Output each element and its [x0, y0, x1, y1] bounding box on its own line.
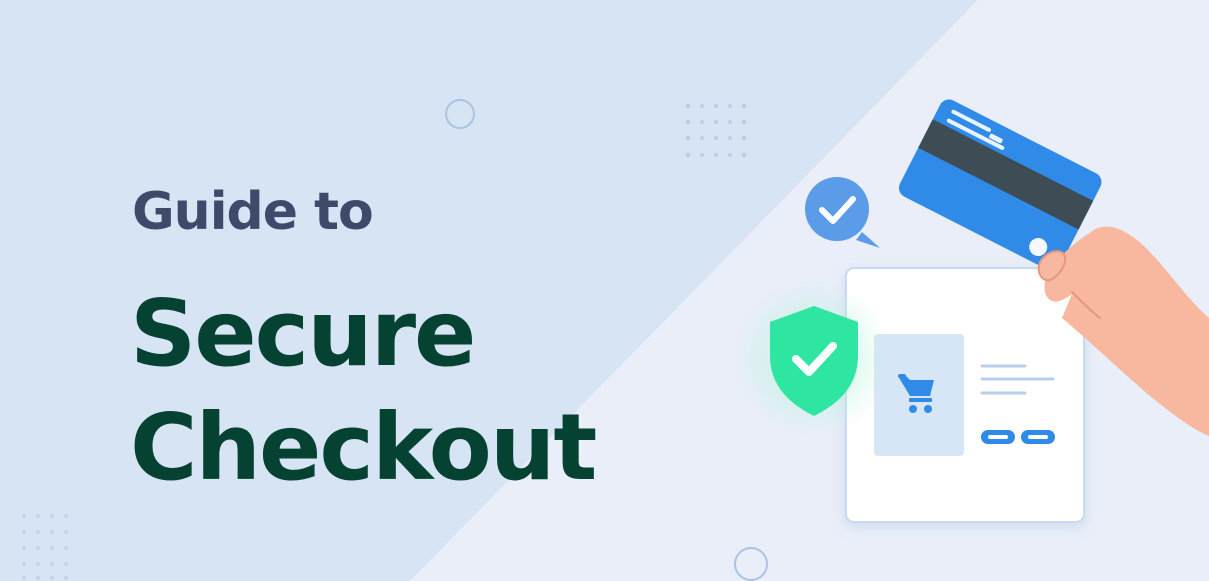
- checkout-illustration: [736, 99, 1209, 523]
- check-bubble-icon: [805, 177, 880, 248]
- banner-canvas: Guide to Secure Checkout: [0, 0, 1209, 581]
